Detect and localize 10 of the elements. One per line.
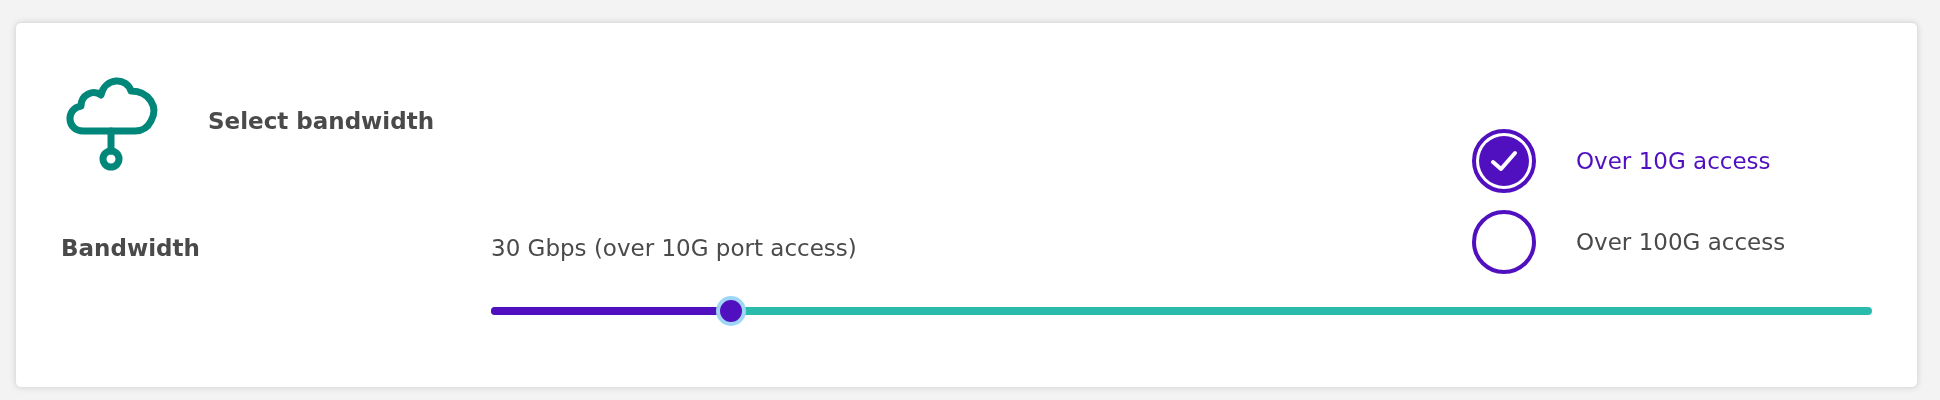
slider-track[interactable] (491, 296, 1872, 326)
radio-label[interactable]: Over 10G access (1576, 143, 1771, 179)
section-title: Select bandwidth (208, 106, 435, 136)
radio-button[interactable] (1472, 210, 1536, 274)
slider-thumb[interactable] (716, 296, 747, 326)
radio-label[interactable]: Over 100G access (1576, 224, 1786, 260)
bandwidth-value: 30 Gbps (over 10G port access) (491, 234, 857, 263)
field-label: Bandwidth (61, 234, 201, 263)
check-icon (1490, 150, 1518, 172)
radio-button[interactable] (1472, 129, 1536, 193)
